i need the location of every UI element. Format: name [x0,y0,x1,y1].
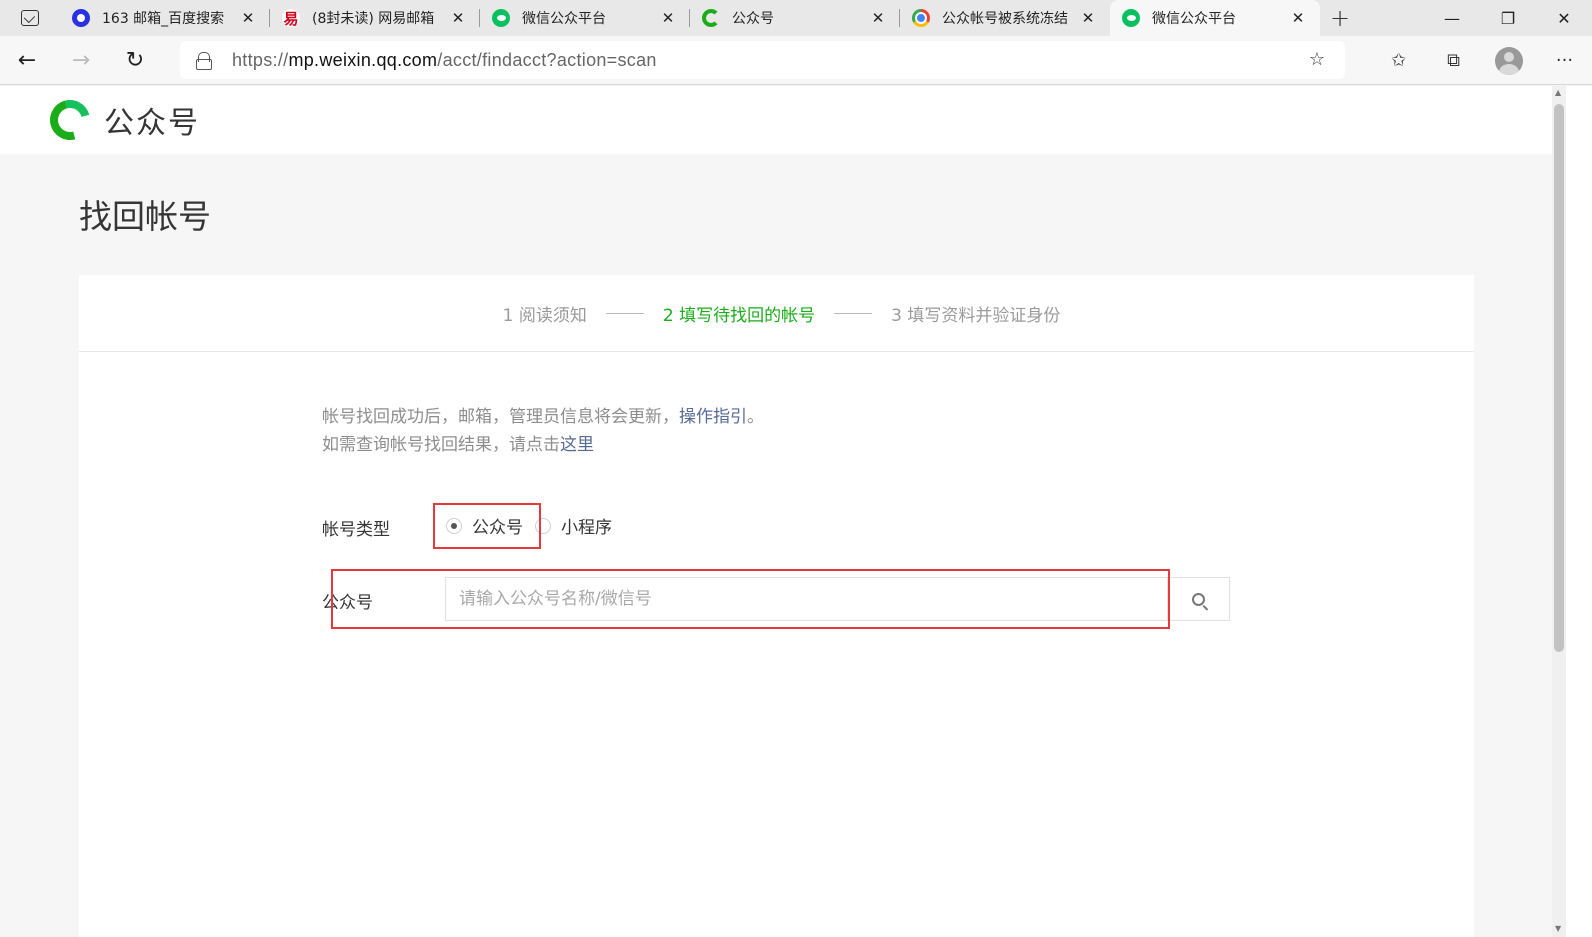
collections-icon[interactable]: ⧉ [1426,50,1481,71]
radio-mini-program[interactable]: 小程序 [535,513,612,538]
tab-baidu[interactable]: 163 邮箱_百度搜索 ✕ [60,0,270,36]
site-header: 公众号 [0,86,1552,154]
page-title: 找回帐号 [79,197,211,236]
browser-tab-strip: 163 邮箱_百度搜索 ✕ 易 (8封未读) 网易邮箱 ✕ 微信公众平台 ✕ 公… [0,0,1592,36]
tab-title: 公众帐号被系统冻结 [942,11,1068,27]
tab-title: 163 邮箱_百度搜索 [102,11,225,27]
minimize-button[interactable]: — [1424,0,1480,36]
account-search-input[interactable] [446,578,1167,620]
forward-button[interactable]: → [54,48,108,73]
new-tab-button[interactable]: + [1320,0,1360,36]
baidu-paw-icon [72,9,90,27]
scroll-up-icon[interactable]: ▲ [1555,88,1561,97]
close-icon[interactable]: ✕ [238,9,258,27]
notice-line-1: 帐号找回成功后，邮箱，管理员信息将会更新，操作指引。 [322,407,764,427]
logo-text[interactable]: 公众号 [104,98,200,142]
search-icon [1192,592,1205,606]
notice-text: 帐号找回成功后，邮箱，管理员信息将会更新，操作指引。 如需查询帐号找回结果，请点… [322,403,764,459]
step-divider [834,312,873,314]
scroll-down-icon[interactable]: ▼ [1555,924,1561,933]
search-button[interactable] [1167,578,1229,620]
close-icon[interactable]: ✕ [658,9,678,27]
url-text: https://mp.weixin.qq.com/acct/findacct?a… [232,49,657,70]
guide-link[interactable]: 操作指引 [679,407,747,427]
tab-wechat-platform[interactable]: 微信公众平台 ✕ [480,0,690,36]
profile-avatar[interactable] [1495,46,1523,75]
account-type-radio-group: 公众号 小程序 [446,513,624,538]
tab-frozen-account[interactable]: 公众帐号被系统冻结 ✕ [900,0,1110,36]
netease-163-icon: 易 [282,9,300,28]
tab-wechat-platform-active[interactable]: 微信公众平台 ✕ [1110,0,1320,36]
window-controls: — ❐ ✕ [1424,0,1592,36]
page-scrollbar[interactable]: ▲ ▼ [1552,86,1566,937]
tab-actions-button[interactable] [0,0,60,36]
query-result-link[interactable]: 这里 [560,435,594,455]
close-icon[interactable]: ✕ [1078,9,1098,27]
favorites-icon[interactable]: ✩ [1371,50,1426,71]
tab-netease-mail[interactable]: 易 (8封未读) 网易邮箱 ✕ [270,0,480,36]
recovery-panel: 1 阅读须知 2 填写待找回的帐号 3 填写资料并验证身份 帐号找回成功后，邮箱… [79,275,1474,937]
radio-checked-icon [446,517,462,534]
reload-button[interactable]: ↻ [108,48,162,73]
restore-button[interactable]: ❐ [1480,0,1536,36]
add-favorite-icon[interactable]: ☆ [1309,49,1325,70]
account-type-label: 帐号类型 [322,520,390,540]
lock-icon[interactable] [196,52,212,70]
step-divider [605,312,644,314]
address-bar[interactable]: https://mp.weixin.qq.com/acct/findacct?a… [180,41,1345,79]
step-3: 3 填写资料并验证身份 [891,305,1061,326]
search-label: 公众号 [322,593,373,613]
step-2: 2 填写待找回的帐号 [662,305,816,326]
account-search-box [445,577,1230,621]
toolbar-right: ✩ ⧉ ··· [1371,36,1592,85]
step-1: 1 阅读须知 [502,305,587,326]
radio-official-account[interactable]: 公众号 [446,513,523,538]
tab-title: 公众号 [732,11,774,27]
more-menu-icon[interactable]: ··· [1537,50,1592,71]
close-icon[interactable]: ✕ [1288,9,1308,27]
browser-toolbar: ← → ↻ https://mp.weixin.qq.com/acct/find… [0,36,1592,85]
tab-official-account[interactable]: 公众号 ✕ [690,0,900,36]
close-window-button[interactable]: ✕ [1536,0,1592,36]
chrome-icon [912,9,930,27]
back-button[interactable]: ← [0,48,54,73]
close-icon[interactable]: ✕ [868,9,888,27]
step-indicator: 1 阅读须知 2 填写待找回的帐号 3 填写资料并验证身份 [79,275,1474,352]
radio-unchecked-icon [535,517,551,534]
wechat-icon [1122,9,1140,27]
close-icon[interactable]: ✕ [448,9,468,27]
scrollbar-thumb[interactable] [1554,104,1564,652]
tab-title: (8封未读) 网易邮箱 [312,11,435,27]
tab-actions-icon [21,10,39,26]
wechat-official-account-icon [702,9,720,27]
tab-title: 微信公众平台 [1152,11,1236,27]
tab-title: 微信公众平台 [522,11,606,27]
notice-line-2: 如需查询帐号找回结果，请点击这里 [322,435,594,455]
official-account-logo-icon[interactable] [42,92,98,148]
window-edge [1566,86,1592,937]
wechat-icon [492,9,510,27]
